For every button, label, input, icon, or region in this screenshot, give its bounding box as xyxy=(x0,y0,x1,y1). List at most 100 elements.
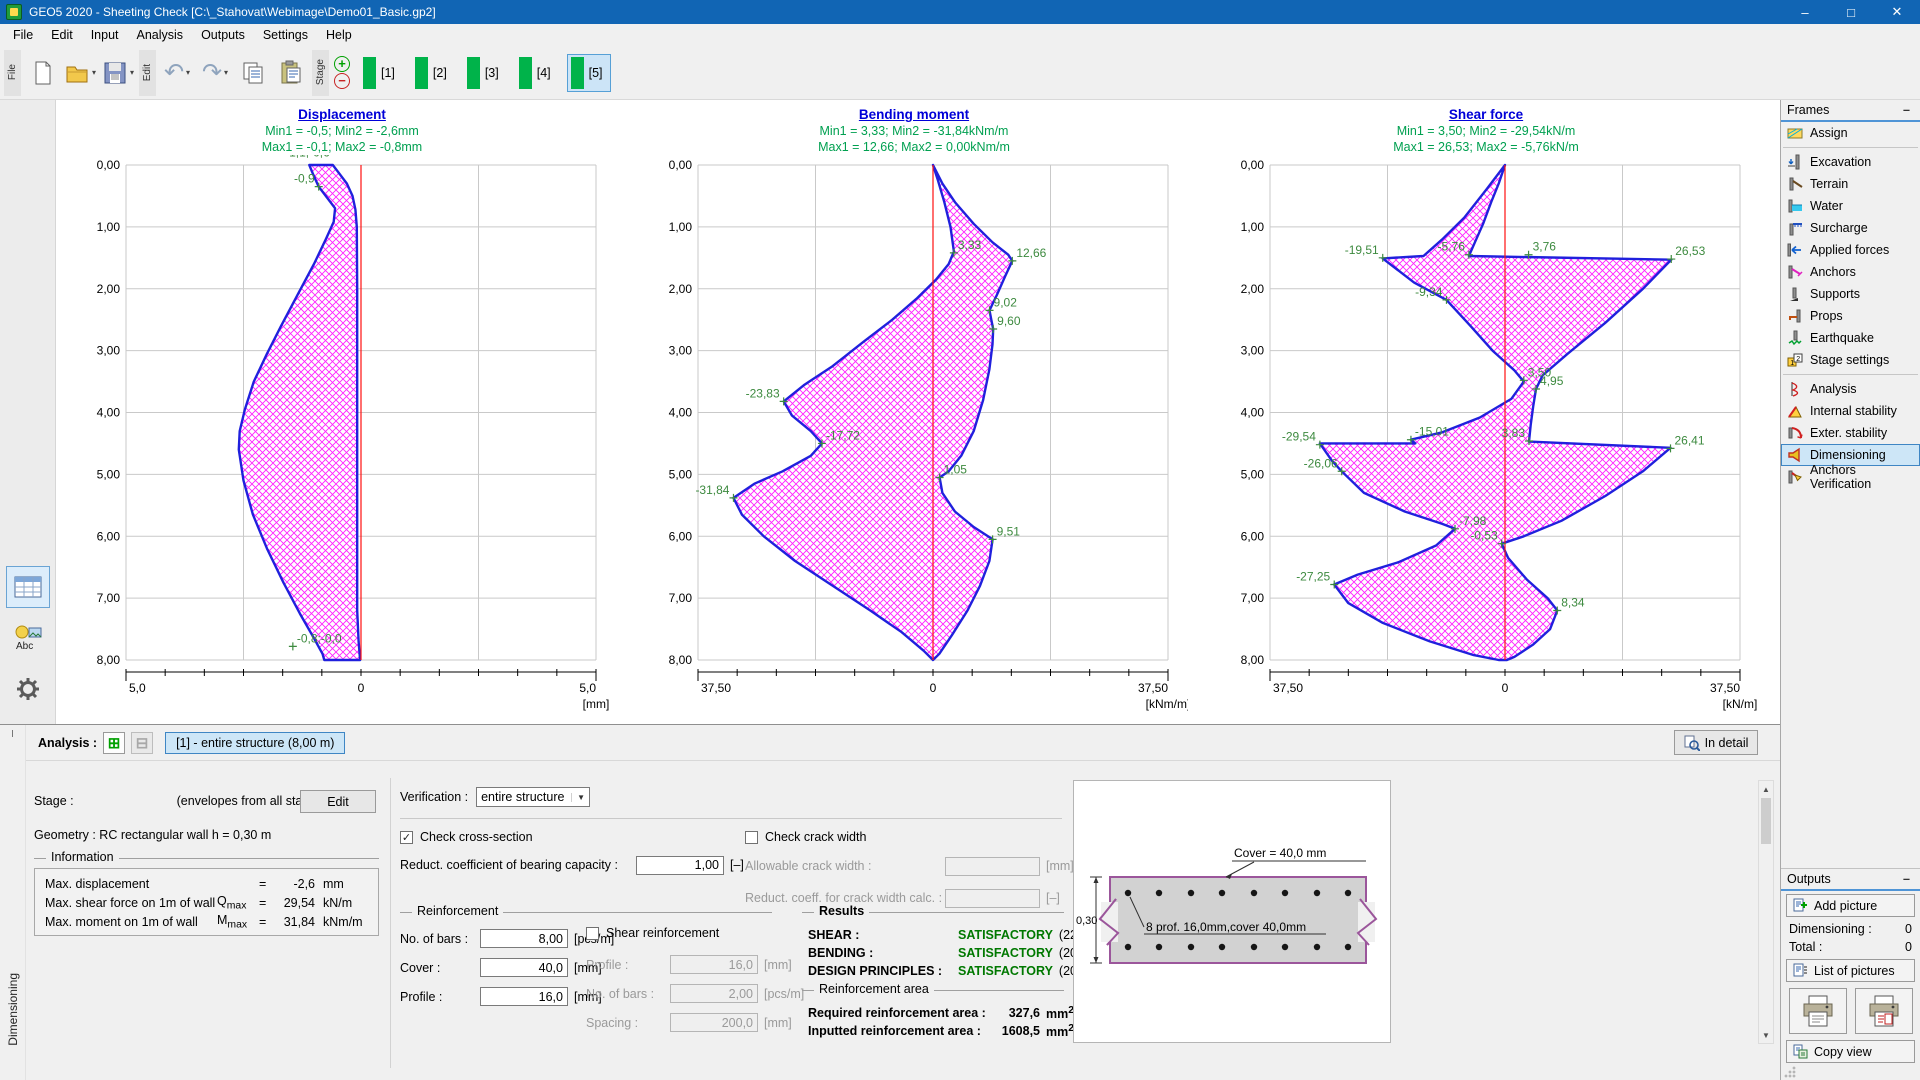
table-view-button[interactable] xyxy=(5,566,50,608)
anchors-icon xyxy=(1787,264,1804,281)
sidebar-item-stage-settings[interactable]: 1 2 Stage settings xyxy=(1781,349,1920,371)
stage-tab-3[interactable]: [3] xyxy=(463,54,507,92)
sidebar-item-analysis[interactable]: Analysis xyxy=(1781,378,1920,400)
result-status: SATISFACTORY xyxy=(958,928,1053,942)
open-dropdown-caret[interactable]: ▾ xyxy=(92,68,96,77)
menu-outputs[interactable]: Outputs xyxy=(192,26,254,44)
area-name: Required reinforcement area : xyxy=(808,1006,986,1020)
panel-handle[interactable]: I xyxy=(0,729,25,740)
sidebar-item-props[interactable]: Props xyxy=(1781,305,1920,327)
check-cross-section-checkbox[interactable]: ✓ xyxy=(400,830,413,844)
analysis-tab[interactable]: [1] - entire structure (8,00 m) xyxy=(165,731,346,754)
minimize-button[interactable]: – xyxy=(1782,0,1828,24)
redo-button[interactable]: ↷ ▾ xyxy=(197,53,233,93)
maximize-button[interactable]: □ xyxy=(1828,0,1874,24)
svg-text:2: 2 xyxy=(1796,355,1800,362)
check-crack-width-row[interactable]: Check crack width xyxy=(745,826,866,848)
check-crack-width-checkbox[interactable] xyxy=(745,830,758,844)
close-button[interactable]: ✕ xyxy=(1874,0,1920,24)
sidebar-item-label: Anchors xyxy=(1810,265,1856,279)
shear-reinforcement-row[interactable]: Shear reinforcement xyxy=(586,922,719,944)
copy-picture-button[interactable] xyxy=(235,53,271,93)
sidebar-item-water[interactable]: Water xyxy=(1781,195,1920,217)
scroll-down-icon[interactable]: ▼ xyxy=(1759,1027,1773,1043)
reinforcement-field-input[interactable] xyxy=(480,929,568,948)
chart-value-label: -0,8;-0,0 xyxy=(297,631,342,645)
info-symbol: Mmax xyxy=(217,912,248,931)
remove-analysis-button[interactable]: ⊟ xyxy=(131,731,154,754)
sidebar-item-assign[interactable]: Assign xyxy=(1781,122,1920,144)
add-stage-button[interactable]: + xyxy=(334,56,350,72)
sidebar-item-excavation[interactable]: Excavation xyxy=(1781,151,1920,173)
undo-dropdown-caret[interactable]: ▾ xyxy=(186,68,190,77)
sidebar-item-internal-stability[interactable]: Internal stability xyxy=(1781,400,1920,422)
add-analysis-button[interactable]: ⊞ xyxy=(103,731,126,754)
stage-tab-5[interactable]: [5] xyxy=(566,53,611,92)
print-button[interactable] xyxy=(1788,988,1847,1034)
scrollbar-thumb[interactable] xyxy=(1761,798,1771,844)
menu-help[interactable]: Help xyxy=(317,26,361,44)
window-title: GEO5 2020 - Sheeting Check [C:\_Stahovat… xyxy=(29,5,436,19)
form-scrollbar[interactable]: ▲ ▼ xyxy=(1758,780,1774,1044)
reduct-coefficient-input[interactable] xyxy=(636,855,724,875)
information-group: Information xyxy=(34,850,379,864)
sidebar-item-applied-forces[interactable]: Applied forces xyxy=(1781,239,1920,261)
sidebar-item-anchors[interactable]: Anchors xyxy=(1781,261,1920,283)
sidebar-item-label: Internal stability xyxy=(1810,404,1897,418)
sidebar-item-surcharge[interactable]: Surcharge xyxy=(1781,217,1920,239)
menu-edit[interactable]: Edit xyxy=(42,26,82,44)
in-detail-button[interactable]: In detail xyxy=(1674,730,1758,755)
menu-input[interactable]: Input xyxy=(82,26,128,44)
redo-dropdown-caret[interactable]: ▾ xyxy=(224,68,228,77)
info-unit: kN/m xyxy=(323,895,353,910)
edit-stage-button[interactable]: Edit xyxy=(300,790,376,813)
picture-settings-button[interactable]: Abc xyxy=(6,617,50,659)
area-value: 327,6 xyxy=(1008,1006,1040,1020)
frames-minimize-icon[interactable]: – xyxy=(1899,103,1914,117)
sidebar-item-anchors-verification[interactable]: Anchors Verification xyxy=(1781,463,1920,491)
shear-reinforcement-checkbox[interactable] xyxy=(586,926,599,940)
menu-file[interactable]: File xyxy=(4,26,42,44)
undo-button[interactable]: ↶ ▾ xyxy=(159,53,195,93)
crack-field-row: Allowable crack width : [mm] xyxy=(745,850,1074,882)
save-icon xyxy=(104,62,126,83)
sidebar-item-label: Earthquake xyxy=(1810,331,1874,345)
shear-field-label: No. of bars : xyxy=(586,986,655,1001)
remove-stage-button[interactable]: − xyxy=(334,73,350,89)
stage-tab-2[interactable]: [2] xyxy=(411,54,455,92)
copy-view-toolbar-button[interactable] xyxy=(273,53,309,93)
svg-text:5,00: 5,00 xyxy=(669,467,693,481)
menu-settings[interactable]: Settings xyxy=(254,26,317,44)
outputs-minimize-icon[interactable]: – xyxy=(1899,872,1914,886)
geometry-row: Geometry : RC rectangular wall h = 0,30 … xyxy=(34,828,272,842)
reinforcement-field-input[interactable] xyxy=(480,958,568,977)
result-status: SATISFACTORY xyxy=(958,946,1053,960)
scroll-up-icon[interactable]: ▲ xyxy=(1759,781,1773,797)
stage-tab-1[interactable]: [1] xyxy=(359,54,403,92)
verification-select[interactable]: entire structure ▼ xyxy=(476,787,591,807)
copy-view-button[interactable]: Copy view xyxy=(1786,1040,1915,1063)
list-of-pictures-button[interactable]: List of pictures xyxy=(1786,959,1915,982)
shear-force-header: Shear force Min1 = 3,50; Min2 = -29,54kN/… xyxy=(1200,107,1772,155)
sidebar-item-label: Surcharge xyxy=(1810,221,1868,235)
sidebar-item-exter-stability[interactable]: Exter. stability xyxy=(1781,422,1920,444)
add-picture-button[interactable]: Add picture xyxy=(1786,894,1915,917)
reinforcement-field-input[interactable] xyxy=(480,987,568,1006)
open-file-button[interactable]: ▾ xyxy=(62,53,98,93)
stage-tab-4[interactable]: [4] xyxy=(515,54,559,92)
clipboard-icon xyxy=(281,60,301,83)
resize-grip[interactable] xyxy=(1784,1066,1796,1078)
reinforcement-field-row: Cover :[mm] xyxy=(400,953,614,982)
save-dropdown-caret[interactable]: ▾ xyxy=(130,68,134,77)
graph-settings-button[interactable] xyxy=(6,668,50,710)
sidebar-item-earthquake[interactable]: Earthquake xyxy=(1781,327,1920,349)
stage-indicator xyxy=(466,56,480,89)
sidebar-item-terrain[interactable]: Terrain xyxy=(1781,173,1920,195)
menu-analysis[interactable]: Analysis xyxy=(128,26,193,44)
stage-tab-label: [4] xyxy=(536,65,551,80)
print-selection-button[interactable] xyxy=(1854,988,1913,1034)
sidebar-item-supports[interactable]: Supports xyxy=(1781,283,1920,305)
save-button[interactable]: ▾ xyxy=(100,53,136,93)
new-file-button[interactable] xyxy=(24,53,60,93)
check-cross-section-row[interactable]: ✓ Check cross-section xyxy=(400,826,533,848)
